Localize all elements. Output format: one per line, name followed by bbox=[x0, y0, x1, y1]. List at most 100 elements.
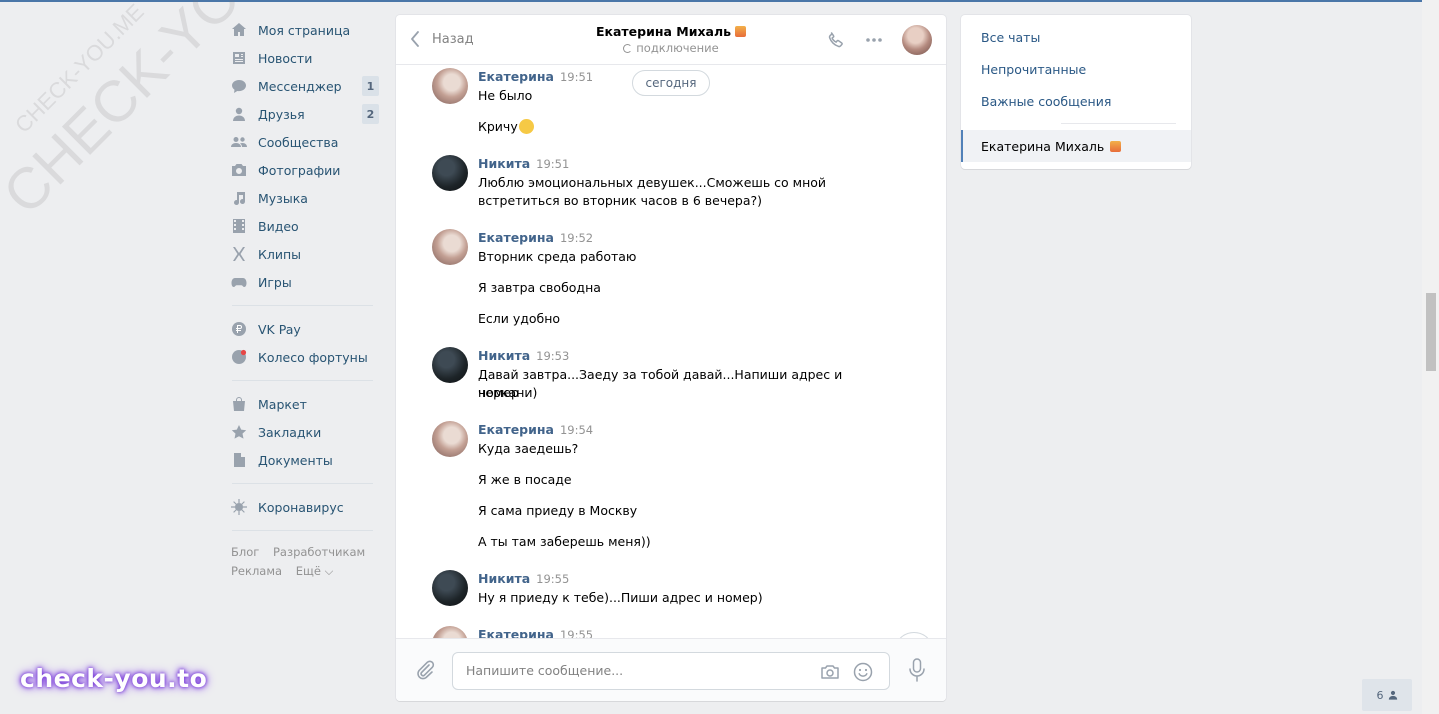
peer-avatar[interactable] bbox=[902, 25, 932, 55]
sidebar-item-label: Фотографии bbox=[258, 162, 341, 178]
panel-divider bbox=[1061, 123, 1176, 124]
message-text: Вторник среда работаю bbox=[478, 249, 637, 264]
footer-link-more[interactable]: Ещё ⌵ bbox=[296, 564, 334, 578]
message-author[interactable]: Екатерина 19:51 bbox=[478, 69, 593, 84]
date-separator: сегодня bbox=[632, 70, 710, 96]
message-text: Куда заедешь? bbox=[478, 441, 579, 456]
scroll-to-bottom-button[interactable] bbox=[894, 632, 934, 638]
sidebar-item-coronavirus[interactable]: Коронавирус bbox=[228, 493, 383, 521]
message-author[interactable]: Никита 19:53 bbox=[478, 348, 569, 363]
message-input-box bbox=[452, 652, 890, 690]
sidebar-item-messenger[interactable]: Мессенджер 1 bbox=[228, 72, 383, 100]
smile-icon[interactable] bbox=[852, 661, 874, 683]
message-author[interactable]: Никита 19:51 bbox=[478, 156, 569, 171]
sidebar-item-documents[interactable]: Документы bbox=[228, 446, 383, 474]
author-name: Екатерина bbox=[478, 627, 554, 638]
author-name: Никита bbox=[478, 348, 531, 363]
sidebar-item-vkpay[interactable]: VK Pay bbox=[228, 315, 383, 343]
clips-icon bbox=[230, 245, 248, 263]
author-name: Екатерина bbox=[478, 422, 554, 437]
peer-status-text: подключение bbox=[636, 41, 719, 55]
sidebar-item-games[interactable]: Игры bbox=[228, 268, 383, 296]
message-text: Ну я приеду к тебе)...Пиши адрес и номер… bbox=[478, 590, 763, 605]
message-text: Кричу bbox=[478, 119, 518, 134]
sidebar-item-fortune-wheel[interactable]: Колесо фортуны bbox=[228, 343, 383, 371]
sidebar-item-label: VK Pay bbox=[258, 321, 301, 337]
document-icon bbox=[230, 451, 248, 469]
sidebar-item-clips[interactable]: Клипы bbox=[228, 240, 383, 268]
camera-icon[interactable] bbox=[819, 661, 841, 683]
online-friends-button[interactable]: 6 bbox=[1362, 679, 1412, 711]
sidebar-item-friends[interactable]: Друзья 2 bbox=[228, 100, 383, 128]
sidebar-item-label: Мессенджер bbox=[258, 78, 342, 94]
watermark-small: CHECK-YOU.ME bbox=[10, 0, 149, 138]
sidebar-item-music[interactable]: Музыка bbox=[228, 184, 383, 212]
sidebar-item-label: Клипы bbox=[258, 246, 302, 262]
message-text: Я же в посаде bbox=[478, 472, 572, 487]
message-input[interactable] bbox=[466, 663, 806, 678]
messenger-icon bbox=[230, 77, 248, 95]
sidebar-item-market[interactable]: Маркет bbox=[228, 390, 383, 418]
sidebar-item-groups[interactable]: Сообщества bbox=[228, 128, 383, 156]
filter-important[interactable]: Важные сообщения bbox=[961, 85, 1191, 117]
scrollbar-thumb[interactable] bbox=[1426, 293, 1436, 371]
microphone-icon[interactable] bbox=[906, 657, 928, 683]
sidebar-item-label: Видео bbox=[258, 218, 299, 234]
avatar[interactable] bbox=[432, 68, 468, 104]
footer-link-ads[interactable]: Реклама bbox=[231, 564, 282, 578]
avatar[interactable] bbox=[432, 155, 468, 191]
author-name: Никита bbox=[478, 156, 531, 171]
footer-link-developers[interactable]: Разработчикам bbox=[273, 545, 365, 559]
chat-header-actions bbox=[810, 25, 932, 55]
more-options-button[interactable] bbox=[862, 26, 886, 54]
avatar[interactable] bbox=[432, 626, 468, 638]
message-text-row: Кричу bbox=[478, 118, 878, 136]
message-author[interactable]: Екатерина 19:55 bbox=[478, 627, 593, 638]
vkpay-icon bbox=[230, 320, 248, 338]
filter-unread[interactable]: Непрочитанные bbox=[961, 53, 1191, 85]
chat-header: Назад Екатерина Михаль подключение bbox=[396, 15, 946, 65]
chat-filters-panel: Все чаты Непрочитанные Важные сообщения … bbox=[961, 15, 1191, 169]
sidebar-item-label: Закладки bbox=[258, 424, 322, 440]
sidebar-divider bbox=[232, 530, 373, 531]
sunset-emoji-icon bbox=[735, 26, 747, 37]
camera-icon bbox=[230, 161, 248, 179]
sidebar-item-news[interactable]: Новости bbox=[228, 44, 383, 72]
avatar[interactable] bbox=[432, 347, 468, 383]
groups-icon bbox=[230, 133, 248, 151]
avatar[interactable] bbox=[432, 229, 468, 265]
sidebar-item-label: Документы bbox=[258, 452, 333, 468]
avatar[interactable] bbox=[432, 421, 468, 457]
loading-spinner-icon bbox=[623, 44, 633, 53]
message-author[interactable]: Екатерина 19:52 bbox=[478, 230, 593, 245]
call-button[interactable] bbox=[824, 26, 848, 54]
author-name: Екатерина bbox=[478, 230, 554, 245]
sidebar-item-photos[interactable]: Фотографии bbox=[228, 156, 383, 184]
sidebar-item-label: Колесо фортуны bbox=[258, 349, 368, 365]
active-chat-item[interactable]: Екатерина Михаль bbox=[961, 130, 1191, 162]
news-icon bbox=[230, 49, 248, 67]
avatar[interactable] bbox=[432, 570, 468, 606]
brand-watermark: check-you.to bbox=[20, 664, 208, 693]
sidebar-item-bookmarks[interactable]: Закладки bbox=[228, 418, 383, 446]
message-author[interactable]: Екатерина 19:54 bbox=[478, 422, 593, 437]
sidebar-item-label: Моя страница bbox=[258, 22, 351, 38]
peer-name-text: Екатерина Михаль bbox=[595, 24, 732, 39]
sidebar-divider bbox=[232, 305, 373, 306]
attach-paperclip-icon[interactable] bbox=[414, 659, 436, 681]
page-scrollbar[interactable] bbox=[1422, 0, 1439, 714]
more-dots-icon bbox=[866, 38, 882, 42]
filter-all-chats[interactable]: Все чаты bbox=[961, 21, 1191, 53]
sidebar-item-my-page[interactable]: Моя страница bbox=[228, 16, 383, 44]
sidebar-item-label: Друзья bbox=[258, 106, 305, 122]
message-time: 19:55 bbox=[536, 572, 570, 586]
sidebar-item-label: Коронавирус bbox=[258, 499, 344, 515]
home-icon bbox=[230, 21, 248, 39]
person-icon bbox=[1388, 690, 1397, 700]
unread-count-badge: 1 bbox=[362, 76, 379, 96]
footer-link-blog[interactable]: Блог bbox=[231, 545, 259, 559]
sidebar-divider bbox=[232, 380, 373, 381]
fortune-icon bbox=[230, 348, 248, 366]
sidebar-item-video[interactable]: Видео bbox=[228, 212, 383, 240]
message-author[interactable]: Никита 19:55 bbox=[478, 571, 569, 586]
